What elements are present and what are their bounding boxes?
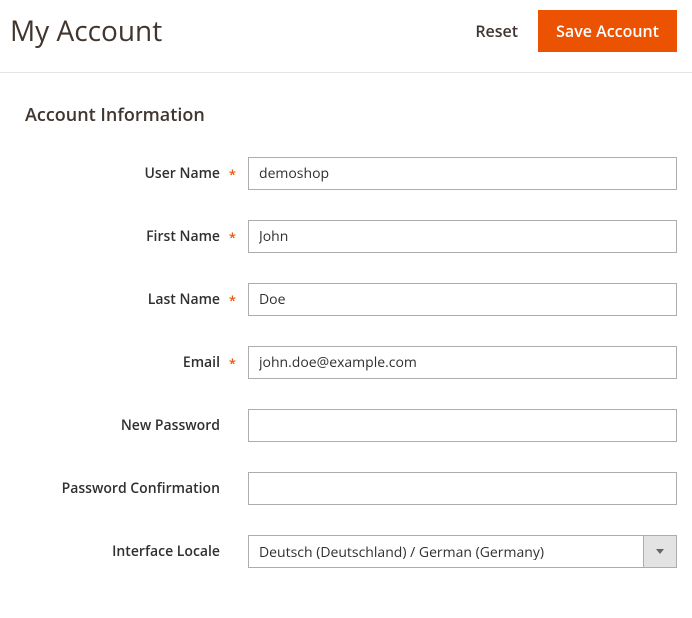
chevron-down-icon[interactable] [644,535,677,568]
page-header: My Account Reset Save Account [0,0,692,73]
email-input[interactable] [248,346,677,379]
page-title: My Account [10,12,162,50]
form-row-interface-locale: Interface Locale Deutsch (Deutschland) /… [25,535,677,568]
firstname-label: First Name [25,227,248,246]
section-title: Account Information [25,103,677,127]
password-confirmation-input[interactable] [248,472,677,505]
form-row-new-password: New Password [25,409,677,442]
lastname-input[interactable] [248,283,677,316]
form-control-wrap [248,157,677,190]
firstname-input[interactable] [248,220,677,253]
new-password-label: New Password [25,416,248,435]
form-row-firstname: First Name [25,220,677,253]
username-input[interactable] [248,157,677,190]
form-control-wrap [248,472,677,505]
interface-locale-label: Interface Locale [25,542,248,561]
form-row-email: Email [25,346,677,379]
chevron-down-svg [656,549,664,554]
password-confirmation-label: Password Confirmation [25,479,248,498]
email-label: Email [25,353,248,372]
reset-button[interactable]: Reset [475,20,518,42]
form-control-wrap: Deutsch (Deutschland) / German (Germany) [248,535,677,568]
interface-locale-select[interactable]: Deutsch (Deutschland) / German (Germany) [248,535,644,568]
form-control-wrap [248,220,677,253]
form-control-wrap [248,346,677,379]
lastname-label: Last Name [25,290,248,309]
form-control-wrap [248,283,677,316]
form-row-lastname: Last Name [25,283,677,316]
form-row-username: User Name [25,157,677,190]
username-label: User Name [25,164,248,183]
new-password-input[interactable] [248,409,677,442]
header-actions: Reset Save Account [475,10,677,52]
save-account-button[interactable]: Save Account [538,10,677,52]
content-area: Account Information User Name First Name… [0,73,692,618]
form-row-password-confirmation: Password Confirmation [25,472,677,505]
form-control-wrap [248,409,677,442]
